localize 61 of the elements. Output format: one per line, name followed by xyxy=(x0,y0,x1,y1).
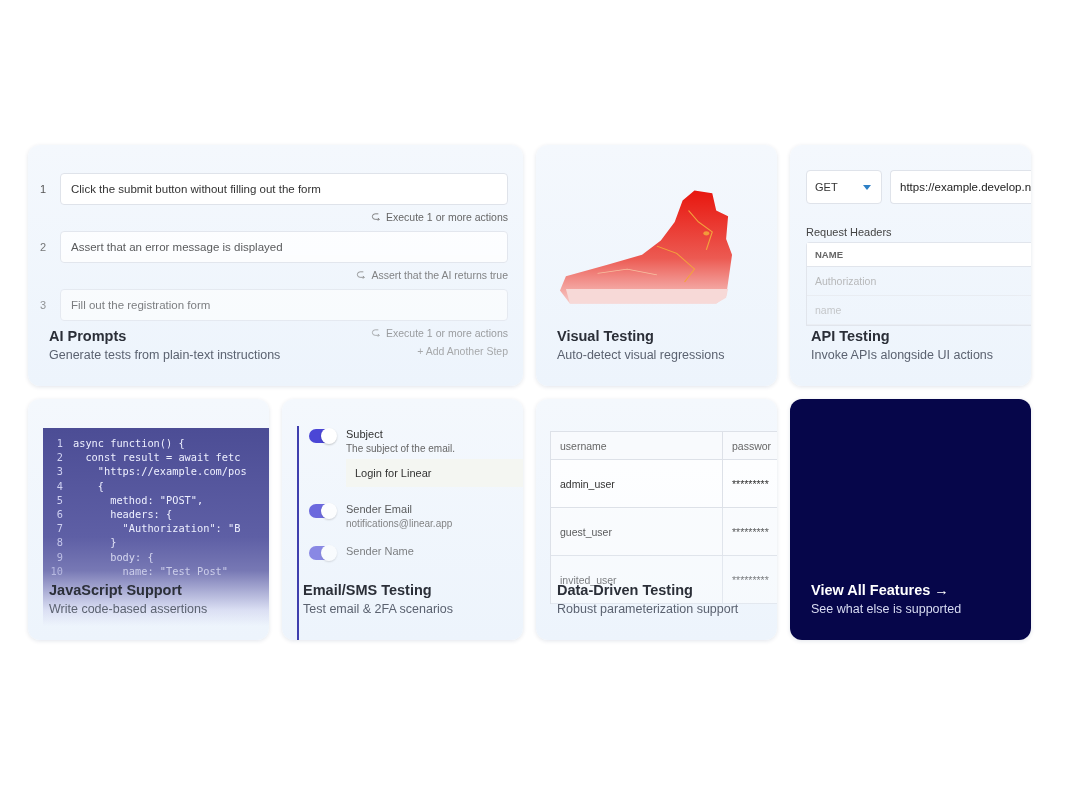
table-cell: Authorization xyxy=(807,267,1031,296)
table-cell: ********* xyxy=(723,556,777,604)
subject-field[interactable]: Login for Linear xyxy=(346,459,523,487)
code-line: const result = await fetc xyxy=(84,450,241,465)
step-number: 3 xyxy=(40,299,48,311)
card-title: Visual Testing xyxy=(557,328,655,344)
prompt-field[interactable]: Click the submit button without filling out the form xyxy=(60,173,508,205)
field-label: Sender Email xyxy=(346,503,414,515)
step-hint: Execute 1 or more actions xyxy=(386,211,508,223)
view-all-card[interactable]: View All Features → See what else is supported xyxy=(790,399,1031,640)
step-number: 2 xyxy=(40,241,48,253)
field-description: The subject of the email. xyxy=(346,443,456,454)
card-description: See what else is supported xyxy=(811,602,962,616)
code-line: } xyxy=(109,535,117,550)
card-description: Test email & 2FA scenarios xyxy=(303,602,454,616)
step-number: 1 xyxy=(40,183,48,195)
line-number: 8 xyxy=(55,535,64,550)
code-line: method: "POST", xyxy=(109,492,204,507)
column-header: username xyxy=(551,432,723,460)
card-description: Generate tests from plain-text instructions xyxy=(49,348,281,362)
code-line: headers: { xyxy=(109,507,173,522)
card-description: Invoke APIs alongside UI actions xyxy=(811,348,994,362)
card-title: AI Prompts xyxy=(49,328,128,344)
table-cell: admin_user xyxy=(551,460,723,508)
line-number: 10 xyxy=(49,563,64,579)
line-number: 4 xyxy=(55,478,64,493)
card-description: Robust parameterization support xyxy=(557,602,739,616)
line-number: 2 xyxy=(55,450,64,465)
line-number: 9 xyxy=(55,549,64,564)
code-line: "Authorization": "B xyxy=(121,521,241,536)
code-line: { xyxy=(96,478,104,493)
card-title: API Testing xyxy=(811,328,891,344)
url-field[interactable]: https://example.develop.n xyxy=(890,170,1031,204)
prompt-field[interactable]: Assert that an error message is displayed xyxy=(60,231,508,263)
section-label: Request Headers xyxy=(806,226,893,238)
card-title: Email/SMS Testing xyxy=(303,582,433,598)
field-label: Subject xyxy=(346,428,384,440)
prompt-field[interactable]: Fill out the registration form xyxy=(60,289,508,321)
line-number: 6 xyxy=(55,507,64,522)
card-title: JavaScript Support xyxy=(49,582,183,598)
field-description: notifications@linear.app xyxy=(346,518,454,529)
column-header: NAME xyxy=(807,243,1031,267)
code-line: name: "Test Post" xyxy=(121,563,228,579)
code-line: body: { xyxy=(109,549,154,564)
method-select[interactable]: GET xyxy=(806,170,882,204)
table-cell: ********* xyxy=(723,508,777,556)
step-hint: Assert that the AI returns true xyxy=(371,269,508,281)
column-header: passwor xyxy=(723,432,777,460)
field-label: Sender Name xyxy=(346,545,415,557)
code-line: async function() { xyxy=(73,436,185,451)
card-description: Write code-based assertions xyxy=(49,602,208,616)
table-cell: guest_user xyxy=(551,508,723,556)
line-number: 5 xyxy=(55,492,64,507)
table-cell: ********* xyxy=(723,460,777,508)
line-number: 1 xyxy=(55,436,64,451)
card-title: View All Features → xyxy=(811,582,950,598)
card-description: Auto-detect visual regressions xyxy=(557,348,725,362)
line-number: 7 xyxy=(55,521,64,536)
step-hint: Execute 1 or more actions xyxy=(386,327,508,339)
line-number: 3 xyxy=(55,464,64,479)
code-line: "https://example.com/pos xyxy=(96,464,247,479)
